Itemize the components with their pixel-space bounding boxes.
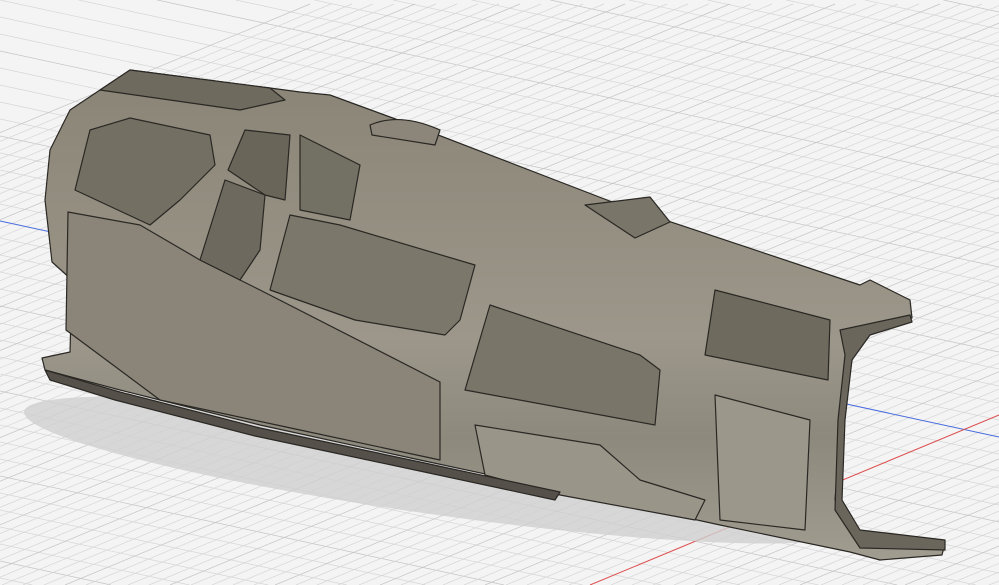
tail-flange [834, 314, 946, 551]
grid-line [988, 580, 999, 585]
model-body[interactable] [41, 69, 946, 561]
grid-line [943, 0, 999, 13]
grid-line [393, 0, 999, 132]
cad-3d-viewport[interactable] [0, 0, 999, 585]
viewport-canvas[interactable] [0, 0, 999, 585]
grid-line [0, 509, 347, 585]
grid-line [786, 0, 999, 47]
grid-line [0, 543, 190, 585]
grid-line [946, 563, 999, 585]
